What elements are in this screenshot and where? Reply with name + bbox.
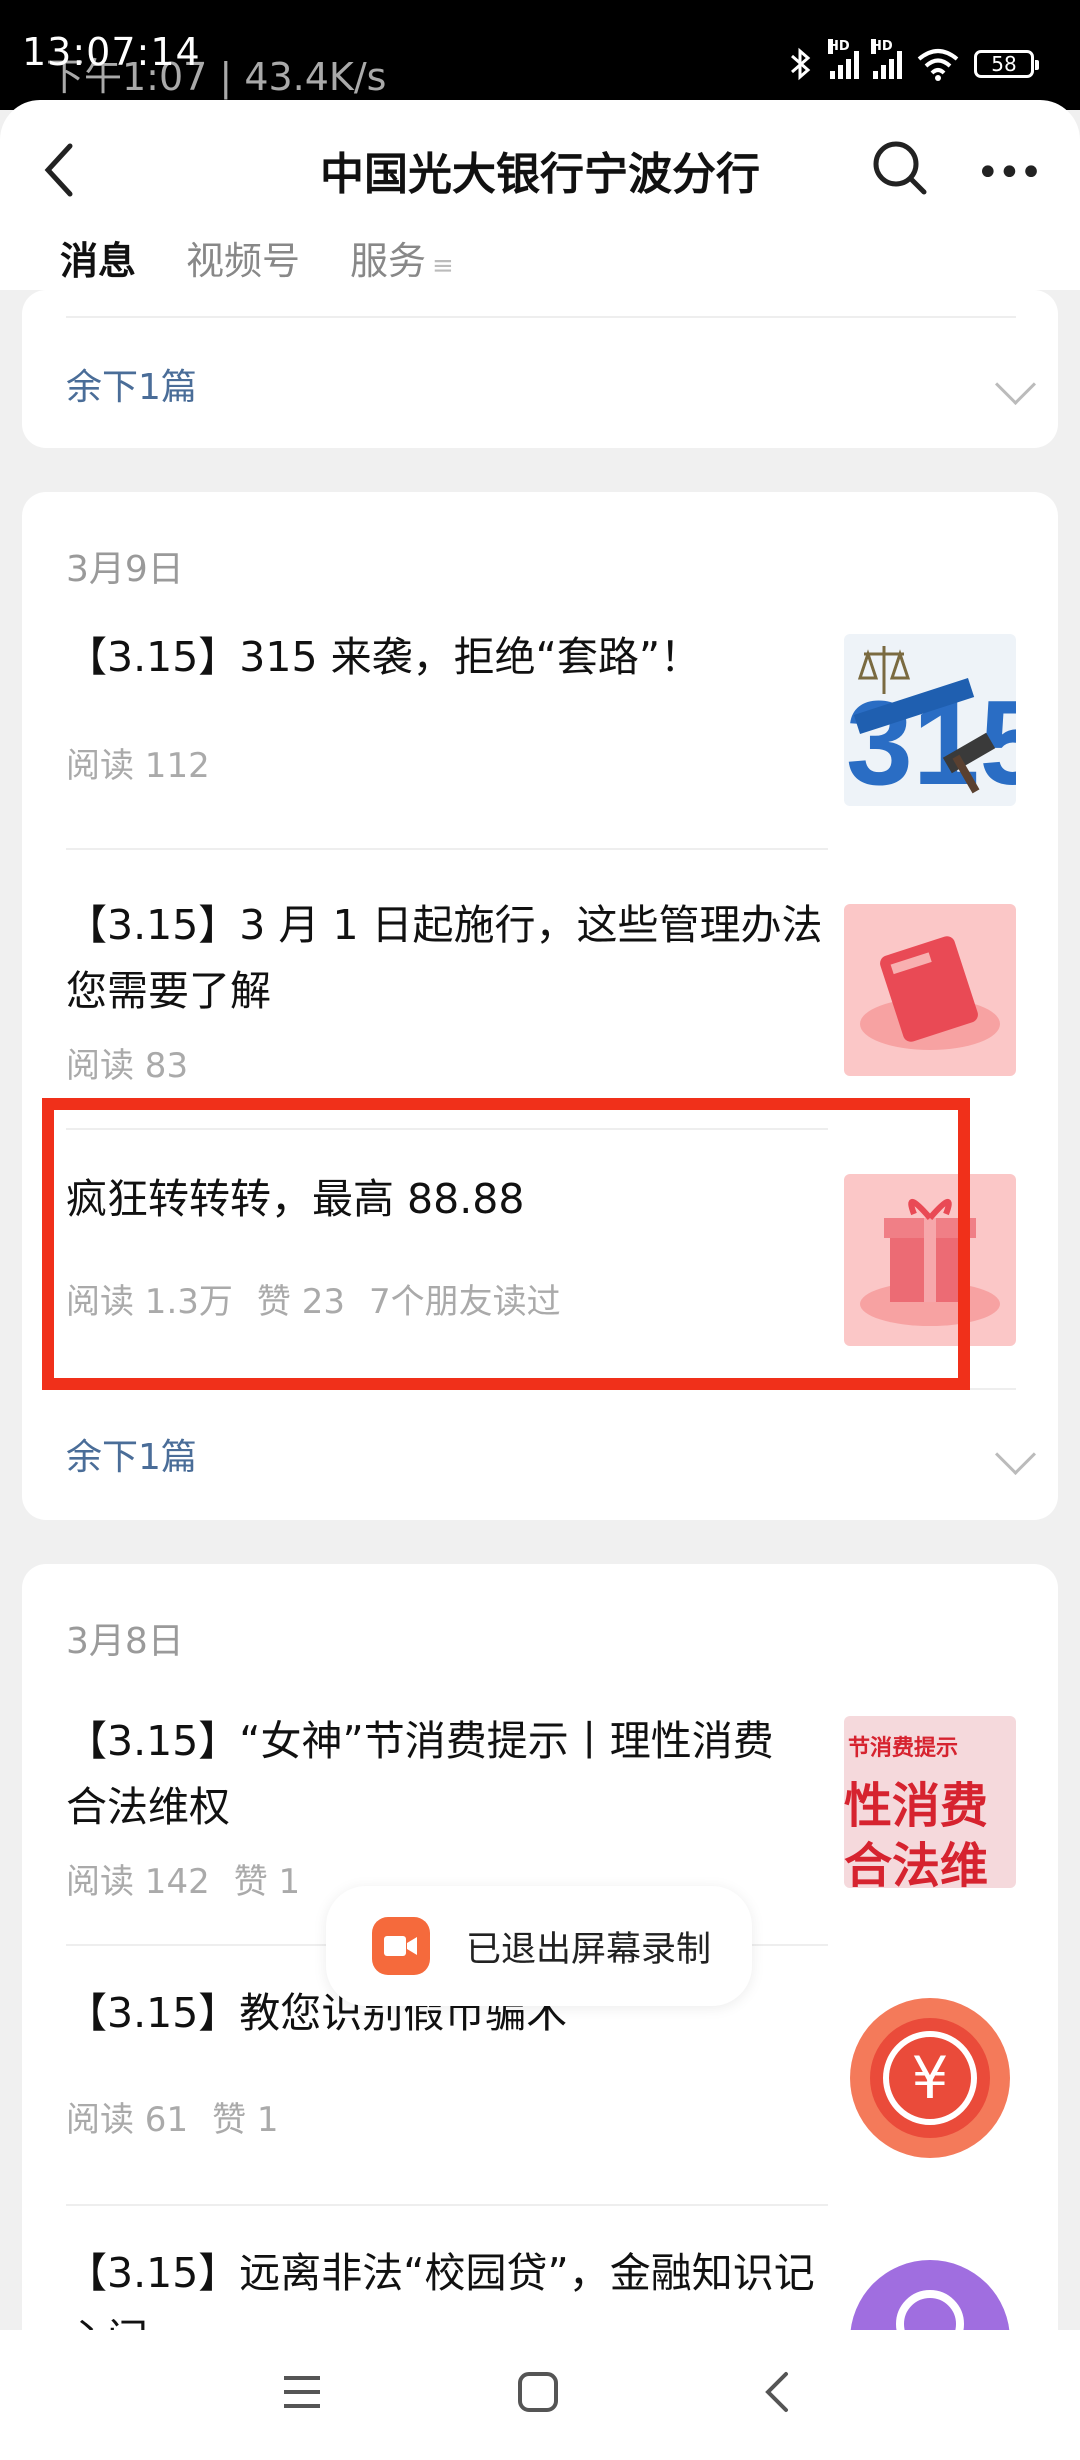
article-meta: 阅读 83 [66,1046,189,1086]
highlight-box [42,1098,970,1390]
toast-text: 已退出屏幕录制 [466,1929,712,1970]
article-meta: 阅读 61 赞 1 [66,2100,279,2140]
status-icons: HD HD 58 [786,39,1039,82]
signal-1-icon: HD [828,39,859,79]
home-icon[interactable] [516,2370,560,2414]
app-header: 中国光大银行宁波分行 ••• 消息 视频号 服务 ≡ [0,100,1080,303]
divider [66,316,1016,318]
tab-services[interactable]: 服务 ≡ [350,230,454,297]
menu-icon[interactable] [280,2372,324,2412]
article-title[interactable]: 【3.15】315 来袭，拒绝“套路”！ [66,624,826,690]
chevron-down-icon[interactable] [994,363,1037,406]
message-card: 余下1篇 [22,290,1058,448]
back-nav-icon[interactable] [758,2370,798,2414]
article-thumbnail[interactable] [844,904,1016,1076]
battery-icon: 58 [974,50,1039,78]
wifi-icon [917,49,959,81]
tab-messages[interactable]: 消息 [55,230,141,303]
article-thumbnail[interactable]: 315 [844,634,1016,806]
video-camera-icon [372,1917,430,1975]
article-meta: 阅读 112 [66,746,210,786]
recording-timestamp: 13:07:14 [22,30,201,74]
divider [66,848,828,850]
expand-more-link[interactable]: 余下1篇 [66,358,197,410]
more-options-icon[interactable]: ••• [976,150,1043,196]
article-thumbnail[interactable]: 节消费提示 性消费 合法维 [844,1716,1016,1888]
article-title[interactable]: 【3.15】3 月 1 日起施行，这些管理办法您需要了解 [66,892,826,1024]
bluetooth-icon [791,47,811,81]
expand-more-link[interactable]: 余下1篇 [66,1428,197,1480]
card-date: 3月9日 [66,549,184,590]
tab-channels[interactable]: 视频号 [186,230,300,297]
article-thumbnail[interactable]: ¥ [844,1992,1016,2164]
toast-notification: 已退出屏幕录制 [326,1886,752,2006]
card-date: 3月8日 [66,1621,184,1662]
chevron-down-icon[interactable] [994,1433,1037,1476]
svg-text:¥: ¥ [912,2044,949,2112]
signal-2-icon: HD [871,39,902,79]
search-icon[interactable] [868,136,932,200]
system-navigation-bar [0,2330,1080,2460]
status-bar: 下午1:07 | 43.4K/s 13:07:14 HD HD 58 [0,0,1080,110]
article-meta: 阅读 142 赞 1 [66,1862,301,1902]
article-title[interactable]: 【3.15】“女神”节消费提示丨理性消费 合法维权 [66,1708,826,1840]
divider [66,2204,828,2206]
tab-bar: 消息 视频号 服务 ≡ [55,230,454,303]
menu-lines-icon: ≡ [432,251,454,281]
